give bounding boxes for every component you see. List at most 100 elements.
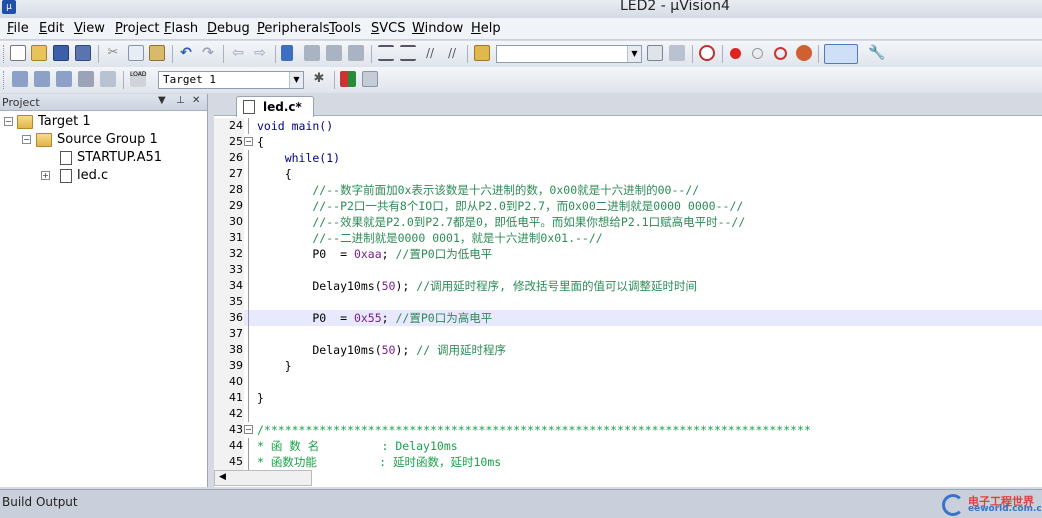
current-line[interactable]: 36 P0 = 0x55; //置P0口为高电平 bbox=[214, 310, 1042, 326]
collapse-icon[interactable]: − bbox=[4, 117, 13, 126]
number-literal: 0x55 bbox=[353, 311, 382, 325]
select-packet-icon[interactable] bbox=[362, 71, 378, 87]
code-line[interactable]: 38 Delay10ms(50); // 调用延时程序 bbox=[214, 342, 1042, 358]
manage-components-icon[interactable] bbox=[340, 71, 356, 87]
toolbar-grip[interactable] bbox=[3, 45, 6, 63]
menu-file[interactable]: File bbox=[7, 21, 29, 36]
code-line[interactable]: 33 bbox=[214, 262, 1042, 278]
menu-edit[interactable]: Edit bbox=[39, 21, 64, 36]
code-line[interactable]: 39 } bbox=[214, 358, 1042, 374]
download-icon[interactable]: LOAD bbox=[130, 71, 146, 87]
open-folder-icon[interactable] bbox=[31, 45, 47, 61]
code-line[interactable]: 26 while(1) bbox=[214, 150, 1042, 166]
nav-forward-icon[interactable]: ⇨ bbox=[252, 45, 268, 61]
fold-toggle-icon[interactable]: − bbox=[244, 137, 253, 146]
find-in-files-icon[interactable] bbox=[474, 45, 490, 61]
close-icon[interactable]: ✕ bbox=[192, 95, 200, 106]
line-number: 37 bbox=[214, 326, 244, 342]
horizontal-scrollbar[interactable]: ◀ bbox=[214, 470, 312, 486]
target-select[interactable]: Target 1 ▼ bbox=[158, 71, 304, 89]
code-line[interactable]: 43−/************************************… bbox=[214, 422, 1042, 438]
prev-bookmark-icon[interactable] bbox=[304, 45, 320, 61]
target-options-icon[interactable]: ✱ bbox=[311, 71, 327, 87]
clear-bookmarks-icon[interactable] bbox=[348, 45, 364, 61]
code-line[interactable]: 35 bbox=[214, 294, 1042, 310]
tree-item-source-group[interactable]: − Source Group 1 bbox=[0, 131, 207, 149]
app-icon[interactable]: µ bbox=[2, 0, 16, 14]
incremental-find-icon[interactable] bbox=[669, 45, 685, 61]
code-line[interactable]: 34 Delay10ms(50); //调用延时程序, 修改括号里面的值可以调整… bbox=[214, 278, 1042, 294]
line-number: 24 bbox=[214, 118, 244, 134]
stop-build-icon[interactable] bbox=[100, 71, 116, 87]
code-line[interactable]: 37 bbox=[214, 326, 1042, 342]
chevron-down-icon[interactable]: ▼ bbox=[627, 46, 641, 62]
code-line[interactable]: 45 * 函数功能 : 延时函数，延时10ms bbox=[214, 454, 1042, 470]
menu-svcs[interactable]: SVCS bbox=[371, 21, 406, 36]
menu-tools[interactable]: Tools bbox=[329, 21, 361, 36]
batch-build-icon[interactable] bbox=[78, 71, 94, 87]
code-area[interactable]: 24 void main() 25−{26 while(1) 27 {28 //--数… bbox=[214, 118, 1042, 470]
paste-icon[interactable] bbox=[149, 45, 165, 61]
code-line[interactable]: 27 { bbox=[214, 166, 1042, 182]
translate-icon[interactable] bbox=[12, 71, 28, 87]
find-combo[interactable]: ▼ bbox=[496, 45, 642, 63]
disable-breakpoint-icon[interactable] bbox=[752, 48, 763, 59]
bookmark-icon[interactable] bbox=[281, 45, 293, 61]
rebuild-icon[interactable] bbox=[56, 71, 72, 87]
next-bookmark-icon[interactable] bbox=[326, 45, 342, 61]
code-line[interactable]: 41} bbox=[214, 390, 1042, 406]
chevron-down-icon[interactable]: ▼ bbox=[289, 72, 303, 88]
unindent-icon[interactable] bbox=[400, 45, 416, 61]
expand-icon[interactable]: + bbox=[41, 171, 50, 180]
fold-toggle-icon[interactable]: − bbox=[244, 425, 253, 434]
code-line[interactable]: 30 //--效果就是P2.0到P2.7都是0，即低电平。而如果你想给P2.1口… bbox=[214, 214, 1042, 230]
code-line[interactable]: 42 bbox=[214, 406, 1042, 422]
build-icon[interactable] bbox=[34, 71, 50, 87]
debug-session-icon[interactable] bbox=[699, 45, 715, 61]
code-line[interactable]: 40 bbox=[214, 374, 1042, 390]
menu-window[interactable]: Window bbox=[412, 21, 463, 36]
code-line[interactable]: 25−{ bbox=[214, 134, 1042, 150]
find-icon[interactable] bbox=[647, 45, 663, 61]
code-line[interactable]: 29 //--P2口一共有8个IO口，即从P2.0到P2.7，而0x00二进制就… bbox=[214, 198, 1042, 214]
disable-all-breakpoints-icon[interactable] bbox=[796, 45, 812, 61]
menu-project[interactable]: Project bbox=[115, 21, 160, 36]
code-line[interactable]: 44 * 函 数 名 : Delay10ms bbox=[214, 438, 1042, 454]
menu-help[interactable]: Help bbox=[471, 21, 501, 36]
nav-back-icon[interactable]: ⇦ bbox=[230, 45, 246, 61]
tree-item-led-c[interactable]: + led.c bbox=[0, 167, 207, 185]
kill-breakpoints-icon[interactable] bbox=[774, 47, 787, 60]
menu-debug[interactable]: Debug bbox=[207, 21, 250, 36]
breakpoint-icon[interactable] bbox=[730, 48, 741, 59]
pin-icon[interactable]: ⊥ bbox=[176, 95, 185, 106]
menu-flash[interactable]: Flash bbox=[164, 21, 198, 36]
code-line[interactable]: 28 //--数字前面加0x表示该数是十六进制的数，0x00就是十六进制的00-… bbox=[214, 182, 1042, 198]
menu-view[interactable]: View bbox=[74, 21, 105, 36]
save-icon[interactable] bbox=[53, 45, 69, 61]
menu-peripherals[interactable]: Peripherals bbox=[257, 21, 330, 36]
code-token: Delay10ms( bbox=[257, 343, 382, 357]
toolbar-grip[interactable] bbox=[3, 71, 6, 89]
undo-icon[interactable]: ↶ bbox=[178, 45, 194, 61]
tree-item-startup[interactable]: STARTUP.A51 bbox=[0, 149, 207, 167]
configure-icon[interactable]: 🔧 bbox=[868, 45, 885, 61]
watermark-line2: eeworld.com.cn bbox=[968, 504, 1042, 514]
redo-icon[interactable]: ↷ bbox=[200, 45, 216, 61]
uncomment-icon[interactable]: // bbox=[444, 45, 460, 61]
separator bbox=[467, 45, 468, 63]
cut-icon[interactable]: ✂ bbox=[105, 45, 121, 61]
indent-icon[interactable] bbox=[378, 45, 394, 61]
tree-item-target[interactable]: − Target 1 bbox=[0, 113, 207, 131]
copy-icon[interactable] bbox=[128, 45, 144, 61]
scroll-left-icon[interactable]: ◀ bbox=[219, 472, 226, 482]
tab-led-c[interactable]: led.c* bbox=[236, 96, 314, 117]
code-line[interactable]: 32 P0 = 0xaa; //置P0口为低电平 bbox=[214, 246, 1042, 262]
window-layout-icon[interactable] bbox=[824, 44, 858, 64]
save-all-icon[interactable] bbox=[75, 45, 91, 61]
code-line[interactable]: 24 void main() bbox=[214, 118, 1042, 134]
new-file-icon[interactable] bbox=[10, 45, 26, 61]
code-line[interactable]: 31 //--二进制就是0000 0001，就是十六进制0x01.--// bbox=[214, 230, 1042, 246]
collapse-icon[interactable]: − bbox=[22, 135, 31, 144]
comment-icon[interactable]: // bbox=[422, 45, 438, 61]
panel-menu-icon[interactable]: ▼ bbox=[158, 95, 166, 106]
